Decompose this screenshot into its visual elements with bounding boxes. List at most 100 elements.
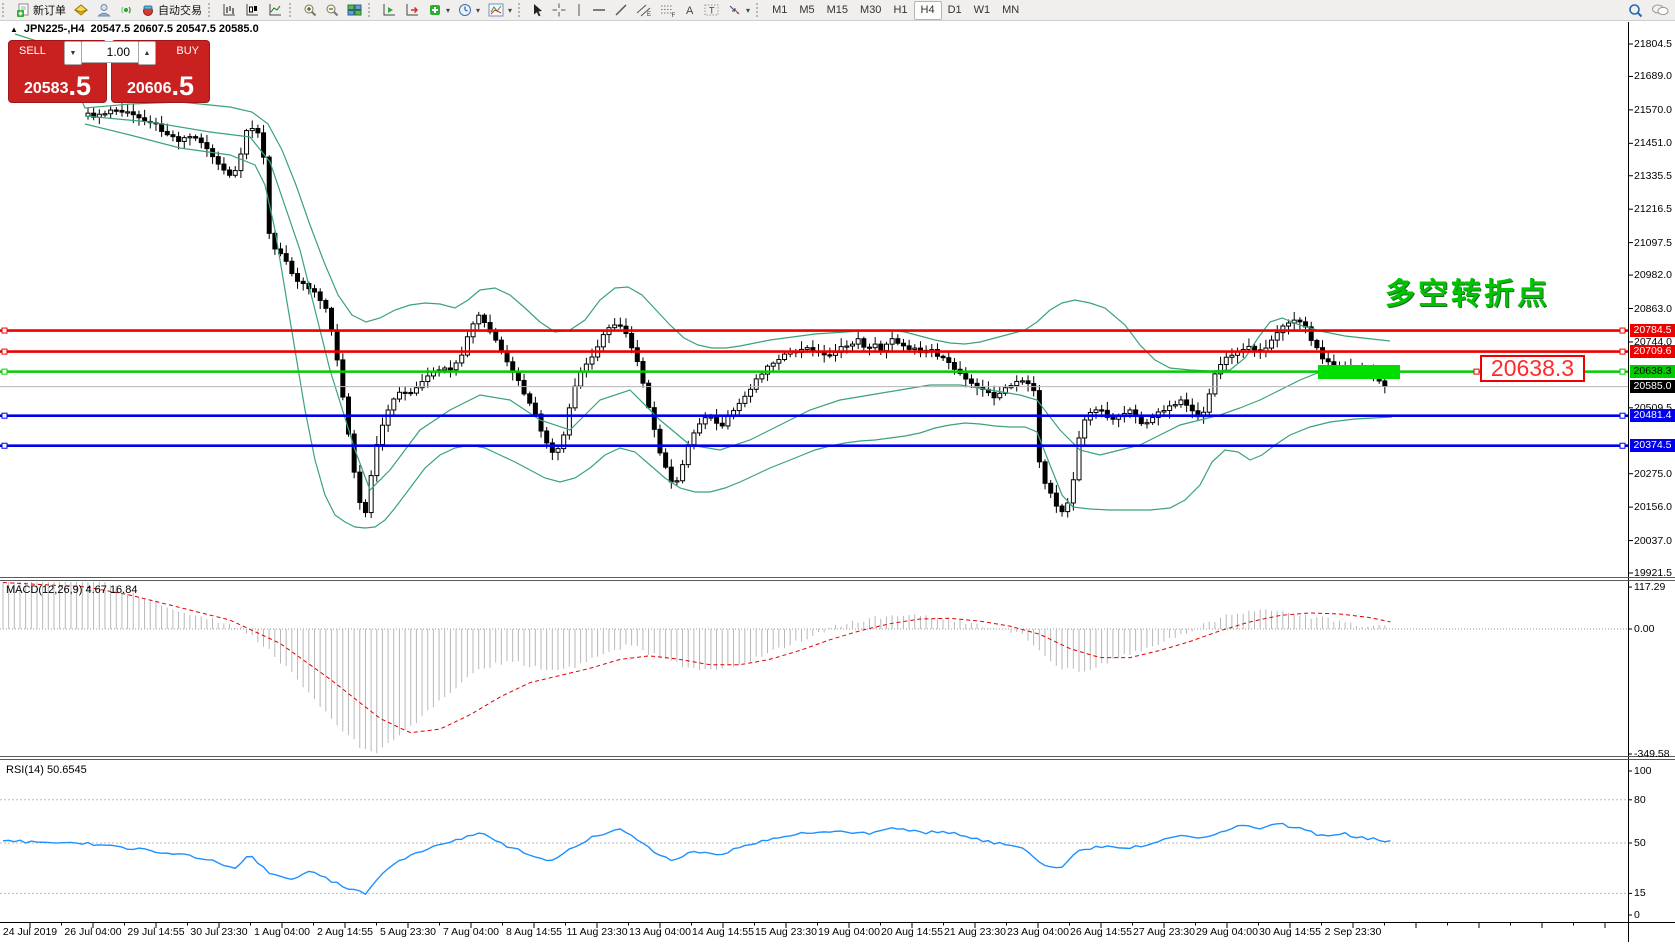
tile-windows-button[interactable] xyxy=(343,1,366,19)
history-center-button[interactable] xyxy=(70,1,93,19)
collapse-icon[interactable]: ▲ xyxy=(10,25,18,34)
volume-increase-button[interactable]: ▲ xyxy=(138,41,156,65)
chart-symbol-title: JPN225-,H4 xyxy=(23,23,85,35)
timeframe-button-m5[interactable]: M5 xyxy=(793,2,820,19)
periods-button[interactable]: ▾ xyxy=(454,1,484,19)
templates-button[interactable]: ▾ xyxy=(484,1,516,19)
svg-text:A: A xyxy=(686,5,694,17)
auto-trading-button[interactable]: 自动交易 xyxy=(137,1,206,19)
chat-icon[interactable] xyxy=(1651,3,1669,17)
channel-tool-button[interactable]: E xyxy=(632,1,656,19)
current-price-badge: 20585.0 xyxy=(1630,380,1675,394)
time-axis-label: 14 Aug 14:55 xyxy=(692,926,754,938)
volume-decrease-button[interactable]: ▼ xyxy=(64,41,82,65)
price-axis-tick: 19921.5 xyxy=(1634,567,1672,579)
line-chart-icon xyxy=(268,3,283,17)
timeframe-button-h1[interactable]: H1 xyxy=(887,2,913,19)
one-click-trading-panel: SELL 20583.5 BUY 20606.5 ▼ 1.00 ▲ xyxy=(8,40,210,103)
rsi-indicator-label: RSI(14) 50.6545 xyxy=(6,764,87,776)
highlight-zone xyxy=(1318,365,1400,379)
time-axis-label: 1 Aug 04:00 xyxy=(253,926,311,938)
price-axis-tick: 21570.0 xyxy=(1634,103,1672,116)
template-chart-icon xyxy=(488,3,504,17)
text-tool-button[interactable]: A xyxy=(680,1,700,19)
timeframe-button-m30[interactable]: M30 xyxy=(854,2,887,19)
zoom-in-icon xyxy=(303,3,317,17)
toolbar-grip[interactable] xyxy=(2,3,10,17)
price-axis-tick: 21335.5 xyxy=(1634,169,1672,182)
horizontal-line-icon xyxy=(592,3,606,17)
text-label-tool-button[interactable]: T xyxy=(700,1,723,19)
zoom-out-button[interactable] xyxy=(321,1,343,19)
time-axis-label: 27 Aug 23:30 xyxy=(1133,926,1195,938)
timeframe-button-m15[interactable]: M15 xyxy=(821,2,854,19)
equidistant-channel-icon: E xyxy=(636,3,652,18)
profiles-button[interactable] xyxy=(93,1,115,19)
time-axis-label: 2 Sep 23:30 xyxy=(1324,926,1382,938)
new-order-button[interactable]: 新订单 xyxy=(12,1,70,19)
zoom-in-button[interactable] xyxy=(299,1,321,19)
time-axis-label: 21 Aug 23:30 xyxy=(944,926,1006,938)
time-axis-label: 19 Aug 04:00 xyxy=(818,926,880,938)
timeframe-button-m1[interactable]: M1 xyxy=(766,2,793,19)
tile-windows-icon xyxy=(347,3,362,17)
buy-price: 20606.5 xyxy=(112,73,209,100)
caret-down-icon: ▾ xyxy=(446,5,451,15)
turning-point-annotation[interactable]: 多空转折点 xyxy=(1385,269,1550,313)
fibonacci-tool-button[interactable]: F xyxy=(656,1,680,19)
toolbar-grip[interactable] xyxy=(518,3,526,17)
rsi-axis-tick: 50 xyxy=(1634,837,1646,849)
toolbar-grip[interactable] xyxy=(368,3,376,17)
timeframe-bar: M1 M5 M15 M30 H1 H4 D1 W1 MN xyxy=(766,0,1025,20)
volume-input[interactable]: 1.00 xyxy=(82,41,138,63)
cursor-icon xyxy=(532,3,544,17)
arrows-icon xyxy=(727,3,742,17)
time-axis-label: 2 Aug 14:55 xyxy=(316,926,374,938)
time-axis-label: 30 Jul 23:30 xyxy=(190,926,248,938)
svg-text:T: T xyxy=(709,6,715,16)
price-axis-tick: 20037.0 xyxy=(1634,534,1672,547)
buy-price-frac: .5 xyxy=(171,71,195,101)
new-chart-button[interactable] xyxy=(378,1,401,19)
timeframe-button-d1[interactable]: D1 xyxy=(942,2,968,19)
fibonacci-icon: F xyxy=(660,3,676,19)
auto-trading-label: 自动交易 xyxy=(158,5,202,17)
arrows-tool-button[interactable]: ▾ xyxy=(723,1,754,19)
buy-price-int: 20606 xyxy=(126,80,172,97)
macd-axis-tick: -349.58 xyxy=(1634,748,1670,760)
sell-label: SELL xyxy=(19,45,46,57)
price-axis-tick: 20156.0 xyxy=(1634,501,1672,514)
horizontal-line-tool-button[interactable] xyxy=(588,1,610,19)
time-axis-label: 29 Aug 04:00 xyxy=(1196,926,1258,938)
caret-down-icon: ▾ xyxy=(746,5,751,15)
time-axis-label: 8 Aug 14:55 xyxy=(505,926,563,938)
text-label-icon: T xyxy=(704,3,719,17)
search-icon[interactable] xyxy=(1628,3,1643,18)
candle-chart-button[interactable] xyxy=(241,1,264,19)
signals-button[interactable] xyxy=(115,1,137,19)
time-axis-label: 13 Aug 04:00 xyxy=(629,926,691,938)
bar-chart-button[interactable] xyxy=(218,1,241,19)
toolbar-grip[interactable] xyxy=(289,3,297,17)
price-callout-box[interactable]: 20638.3 xyxy=(1480,355,1585,382)
chart-shift-button[interactable] xyxy=(401,1,424,19)
timeframe-button-h4[interactable]: H4 xyxy=(913,0,942,20)
chart-canvas[interactable] xyxy=(0,0,1675,945)
time-axis-label: 7 Aug 04:00 xyxy=(442,926,500,938)
toolbar-grip[interactable] xyxy=(756,3,764,17)
add-indicator-icon xyxy=(428,3,442,17)
trendline-tool-button[interactable] xyxy=(610,1,632,19)
candle-chart-icon xyxy=(245,3,260,17)
line-chart-button[interactable] xyxy=(264,1,287,19)
bollinger-bands xyxy=(14,33,1393,529)
price-axis-tick: 20275.0 xyxy=(1634,467,1672,480)
vertical-line-tool-button[interactable] xyxy=(570,1,588,19)
main-toolbar: 新订单 自动交易 ▾ ▾ ▾ E F A T ▾ M1 M5 M15 M30 H… xyxy=(0,0,1675,21)
add-indicator-button[interactable]: ▾ xyxy=(424,1,454,19)
timeframe-button-mn[interactable]: MN xyxy=(996,2,1025,19)
new-order-label: 新订单 xyxy=(33,5,66,17)
cursor-tool-button[interactable] xyxy=(528,1,548,19)
toolbar-grip[interactable] xyxy=(208,3,216,17)
crosshair-tool-button[interactable] xyxy=(548,1,570,19)
timeframe-button-w1[interactable]: W1 xyxy=(968,2,997,19)
